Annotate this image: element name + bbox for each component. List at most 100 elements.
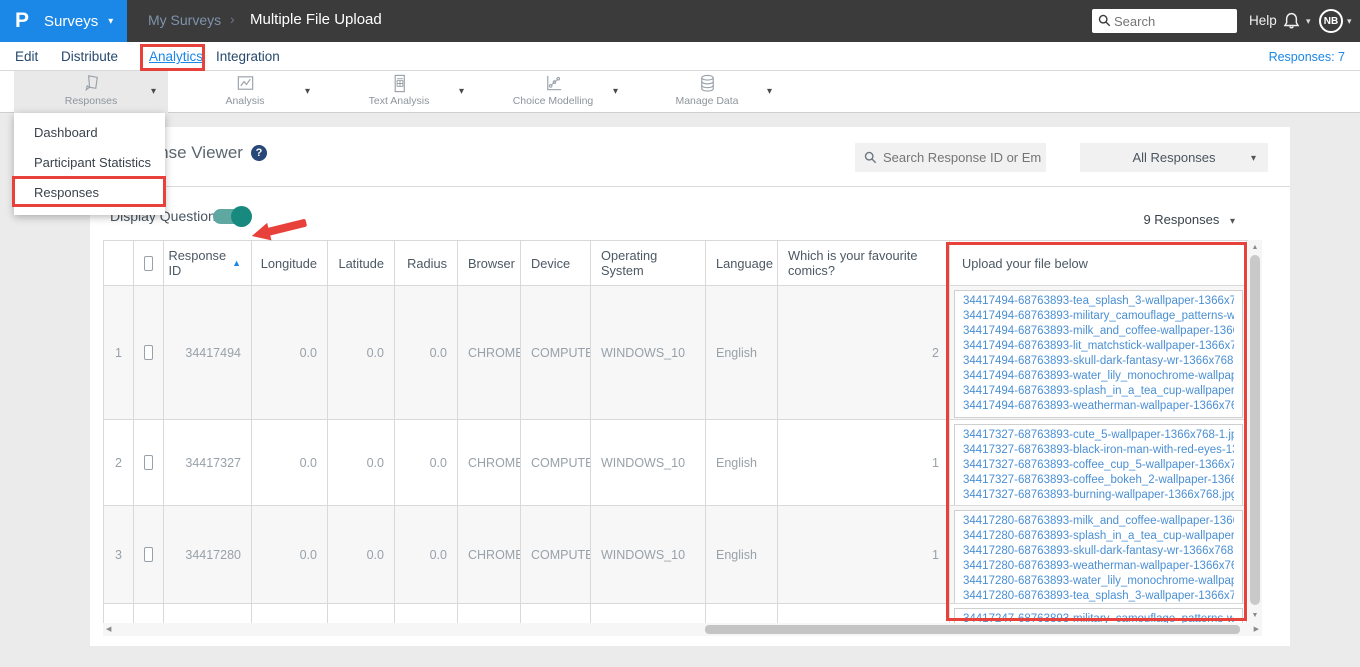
row-checkbox[interactable] [144, 547, 153, 562]
cell-browser [458, 604, 521, 624]
file-link[interactable]: 34417280-68763893-tea_splash_3-wallpaper… [963, 589, 1234, 603]
response-search[interactable] [855, 143, 1046, 172]
scroll-down-icon[interactable]: ▼ [1248, 612, 1262, 619]
column-header-files[interactable]: Upload your file below [950, 241, 1247, 286]
row-checkbox[interactable] [144, 345, 153, 360]
cell-check [134, 604, 164, 624]
column-label: Language [716, 255, 773, 271]
file-link[interactable]: 34417494-68763893-milk_and_coffee-wallpa… [963, 324, 1234, 339]
vertical-scrollbar[interactable]: ▲ ▼ [1248, 240, 1262, 623]
nav-item-edit[interactable]: Edit [15, 49, 38, 64]
cell-longitude: 0.0 [252, 420, 328, 506]
file-link[interactable]: 34417280-68763893-splash_in_a_tea_cup-wa… [963, 529, 1234, 544]
tab-choice-modelling[interactable]: Choice Modelling ▾ [476, 71, 630, 113]
text-analysis-icon [394, 74, 405, 93]
cell-files: 34417247-68763893-military_camouflage_pa… [950, 604, 1247, 624]
column-header-language[interactable]: Language [706, 241, 778, 286]
cell-check [134, 286, 164, 420]
tab-analysis-chevron-icon[interactable]: ▾ [305, 86, 310, 97]
file-link[interactable]: 34417327-68763893-coffee_bokeh_2-wallpap… [963, 473, 1234, 488]
file-link[interactable]: 34417494-68763893-military_camouflage_pa… [963, 309, 1234, 324]
file-link[interactable]: 34417494-68763893-lit_matchstick-wallpap… [963, 339, 1234, 354]
file-link[interactable]: 34417280-68763893-water_lily_monochrome-… [963, 574, 1234, 589]
scroll-right-icon[interactable]: ▶ [1254, 625, 1259, 633]
tab-text-analysis[interactable]: Text Analysis ▾ [322, 71, 476, 113]
app-root: P Surveys ▾ My Surveys › Multiple File U… [0, 0, 1360, 667]
cell-num: 1 [104, 286, 134, 420]
display-questions-toggle[interactable] [213, 206, 252, 227]
scroll-left-icon[interactable]: ◀ [106, 625, 111, 633]
file-link[interactable]: 34417327-68763893-black-iron-man-with-re… [963, 443, 1234, 458]
nav-item-distribute[interactable]: Distribute [61, 49, 118, 64]
column-header-longitude[interactable]: Longitude [252, 241, 328, 286]
help-link[interactable]: Help [1249, 13, 1277, 28]
column-header-radius[interactable]: Radius [395, 241, 458, 286]
responses-count-link[interactable]: Responses: 7 [1269, 50, 1345, 64]
product-menu[interactable]: P Surveys ▾ [0, 0, 127, 42]
cell-os: WINDOWS_10 [591, 420, 706, 506]
help-icon[interactable]: ? [250, 145, 267, 161]
file-link[interactable]: 34417327-68763893-burning-wallpaper-1366… [963, 488, 1234, 503]
cell-radius [395, 604, 458, 624]
file-link[interactable]: 34417327-68763893-coffee_cup_5-wallpaper… [963, 458, 1234, 473]
column-header-response_id[interactable]: Response ID ▲ [164, 241, 252, 286]
tab-manage-data-chevron-icon[interactable]: ▾ [767, 86, 772, 97]
divider [90, 186, 1290, 187]
select-all-checkbox[interactable] [144, 255, 153, 271]
tab-text-analysis-chevron-icon[interactable]: ▾ [459, 86, 464, 97]
tab-manage-data[interactable]: Manage Data ▾ [630, 71, 784, 113]
nav-item-integration[interactable]: Integration [216, 49, 280, 64]
responses-filter-dropdown[interactable]: All Responses ▾ [1080, 143, 1268, 172]
breadcrumb-parent[interactable]: My Surveys [148, 12, 221, 28]
toggle-knob [231, 206, 252, 227]
tab-choice-modelling-chevron-icon[interactable]: ▾ [613, 86, 618, 97]
search-icon [1098, 14, 1111, 27]
cell-longitude: 0.0 [252, 506, 328, 604]
column-label: Browser [468, 255, 515, 271]
avatar[interactable]: NB [1319, 9, 1343, 33]
file-link[interactable]: 34417494-68763893-skull-dark-fantasy-wr-… [963, 354, 1234, 369]
account-chevron-icon[interactable]: ▾ [1347, 16, 1352, 27]
file-link[interactable]: 34417494-68763893-tea_splash_3-wallpaper… [963, 294, 1234, 309]
horizontal-scrollbar[interactable]: ◀ ▶ [103, 623, 1262, 636]
response-search-input[interactable] [883, 143, 1041, 172]
cell-browser: CHROME [458, 420, 521, 506]
file-link[interactable]: 34417280-68763893-milk_and_coffee-wallpa… [963, 514, 1234, 529]
vertical-scrollbar-thumb[interactable] [1250, 255, 1260, 605]
responses-summary-dropdown[interactable]: 9 Responses ▾ [1143, 212, 1235, 227]
file-link[interactable]: 34417494-68763893-weatherman-wallpaper-1… [963, 399, 1234, 414]
cell-comics: 1 [778, 506, 950, 604]
tab-responses-chevron-icon[interactable]: ▾ [151, 86, 156, 97]
column-label: Radius [407, 255, 447, 271]
scroll-up-icon[interactable]: ▲ [1248, 244, 1262, 251]
file-link[interactable]: 34417280-68763893-weatherman-wallpaper-1… [963, 559, 1234, 574]
column-header-os[interactable]: Operating System [591, 241, 706, 286]
cell-response_id: 34417494 [164, 286, 252, 420]
menu-item-responses[interactable]: Responses [14, 178, 165, 208]
column-header-check[interactable] [134, 241, 164, 286]
choice-modelling-icon [546, 75, 561, 91]
cell-comics [778, 604, 950, 624]
tab-analysis[interactable]: Analysis ▾ [168, 71, 322, 113]
nav-item-analytics[interactable]: Analytics [149, 49, 203, 64]
column-header-browser[interactable]: Browser [458, 241, 521, 286]
file-link[interactable]: 34417280-68763893-skull-dark-fantasy-wr-… [963, 544, 1234, 559]
notifications-bell-icon[interactable] [1282, 11, 1301, 30]
global-search[interactable] [1092, 9, 1237, 33]
file-link[interactable]: 34417494-68763893-water_lily_monochrome-… [963, 369, 1234, 384]
tab-responses[interactable]: Responses ▾ [14, 71, 168, 113]
file-link[interactable]: 34417327-68763893-cute_5-wallpaper-1366x… [963, 428, 1234, 443]
global-search-input[interactable] [1114, 9, 1232, 33]
horizontal-scrollbar-thumb[interactable] [705, 625, 1240, 634]
cell-response_id: 34417327 [164, 420, 252, 506]
menu-item-dashboard[interactable]: Dashboard [14, 118, 165, 148]
cell-latitude: 0.0 [328, 420, 395, 506]
file-link[interactable]: 34417494-68763893-splash_in_a_tea_cup-wa… [963, 384, 1234, 399]
cell-language: English [706, 286, 778, 420]
notifications-chevron-icon[interactable]: ▾ [1306, 16, 1311, 27]
column-header-device[interactable]: Device [521, 241, 591, 286]
column-header-latitude[interactable]: Latitude [328, 241, 395, 286]
menu-item-participant-statistics[interactable]: Participant Statistics [14, 148, 165, 178]
row-checkbox[interactable] [144, 455, 153, 470]
column-header-comics[interactable]: Which is your favourite comics? [778, 241, 950, 286]
